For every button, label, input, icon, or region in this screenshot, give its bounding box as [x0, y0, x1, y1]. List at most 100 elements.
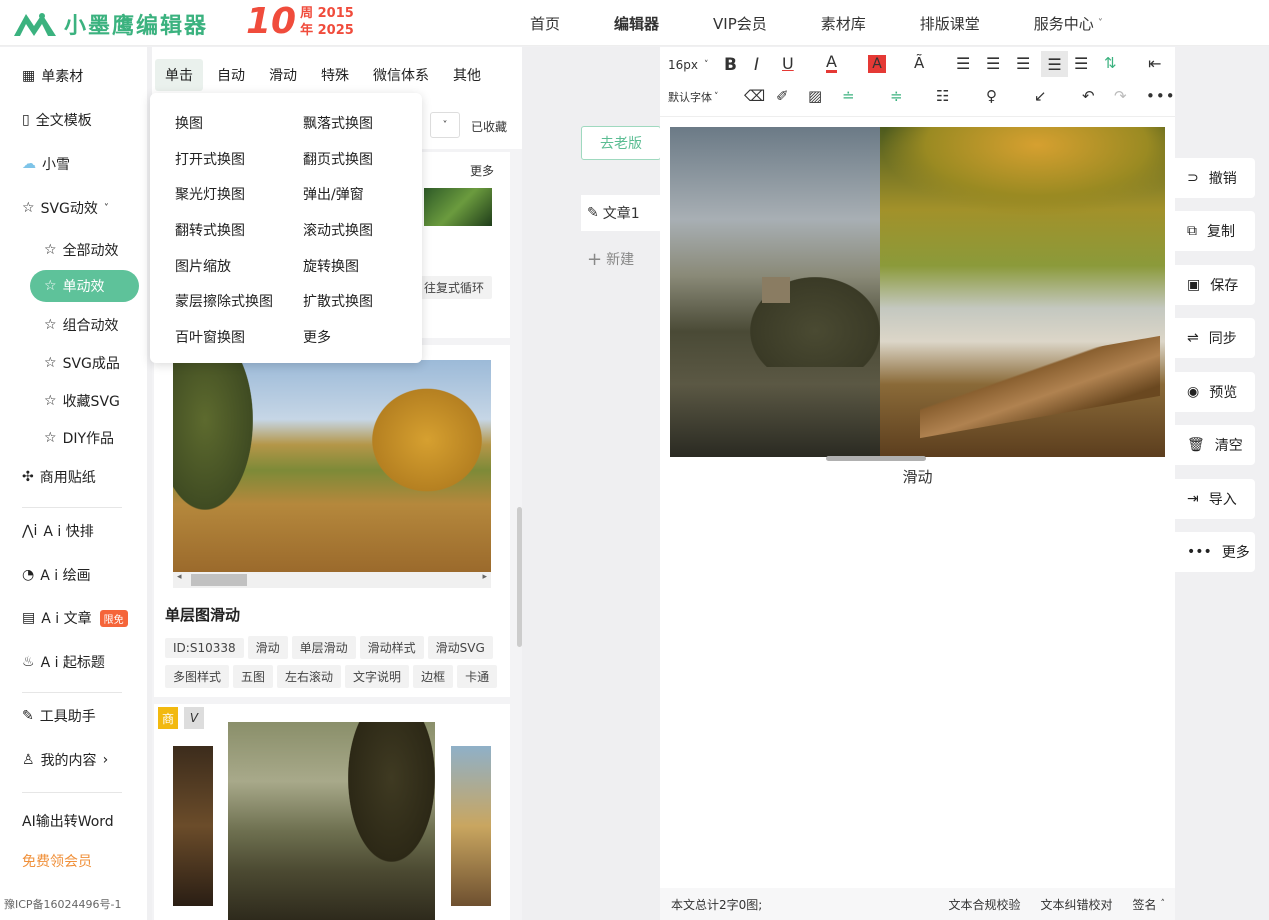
tab-other[interactable]: 其他: [443, 59, 491, 91]
menu-item-page-flip-swap[interactable]: 翻页式换图: [303, 149, 373, 169]
doc-tab-article1[interactable]: ✎ 文章1: [581, 195, 661, 231]
preview-button[interactable]: ◉ 预览: [1175, 372, 1255, 412]
tab-special[interactable]: 特殊: [311, 59, 359, 91]
font-color-icon[interactable]: A: [826, 54, 837, 73]
sidebar-item-all-effects[interactable]: ☆ 全部动效: [44, 240, 119, 260]
sidebar-item-diy[interactable]: ☆ DIY作品: [44, 428, 114, 448]
format-brush-icon[interactable]: ✐: [776, 87, 789, 105]
menu-item-more[interactable]: 更多: [303, 327, 331, 347]
image-icon[interactable]: ▨: [808, 87, 822, 105]
tag[interactable]: 边框: [413, 665, 454, 688]
align-left-icon[interactable]: ☰: [956, 54, 970, 73]
sidebar-item-saved-svg[interactable]: ☆ 收藏SVG: [44, 391, 120, 411]
sidebar-item-ai-draw[interactable]: ◔ A i 绘画: [22, 565, 91, 585]
signature-link[interactable]: 签名: [1132, 896, 1156, 913]
sidebar-item-stickers[interactable]: ✣ 商用贴纸: [22, 467, 96, 487]
chevron-up-icon[interactable]: ˄: [1161, 899, 1166, 909]
bold-icon[interactable]: B: [724, 55, 737, 75]
horizontal-scrollbar[interactable]: ◂ ▸: [173, 572, 491, 588]
align-justify-icon[interactable]: ☰: [1041, 51, 1068, 77]
menu-item-falling-swap[interactable]: 飘落式换图: [303, 113, 373, 133]
menu-item-rotate-swap[interactable]: 旋转换图: [303, 256, 359, 276]
menu-item-spotlight-swap[interactable]: 聚光灯换图: [175, 184, 245, 204]
font-family-select[interactable]: 默认字体 ˅: [668, 89, 719, 105]
menu-item-swap[interactable]: 换图: [175, 113, 203, 133]
font-size-select[interactable]: 16px ˅: [668, 58, 709, 72]
proofread-link[interactable]: 文本纠错校对: [1040, 896, 1112, 913]
import-button[interactable]: ⇥ 导入: [1175, 479, 1255, 519]
material-card-single-slide[interactable]: ◂ ▸ 单层图滑动 ID:S10338 滑动 单层滑动 滑动样式 滑动SVG 多图样式 五图…: [154, 345, 510, 697]
tag[interactable]: 单层滑动: [291, 636, 356, 659]
divider-icon[interactable]: ≐: [842, 87, 855, 105]
tag[interactable]: 滑动SVG: [427, 636, 493, 659]
indent-icon[interactable]: ☰: [1074, 54, 1088, 73]
menu-item-open-swap[interactable]: 打开式换图: [175, 149, 245, 169]
app-logo[interactable]: 小墨鹰编辑器: [12, 8, 208, 40]
undo-icon[interactable]: ↶: [1082, 87, 1095, 105]
sidebar-item-single-material[interactable]: ▦ 单素材: [22, 66, 83, 86]
menu-item-zoom[interactable]: 图片缩放: [175, 256, 231, 276]
tab-wechat[interactable]: 微信体系: [363, 59, 439, 91]
sidebar-item-svg-products[interactable]: ☆ SVG成品: [44, 353, 120, 373]
exit-icon[interactable]: ⇤: [1148, 54, 1161, 73]
nav-vip[interactable]: VIP会员: [713, 13, 767, 34]
lightbulb-icon[interactable]: ♀: [986, 87, 997, 105]
compliance-check-link[interactable]: 文本合规校验: [948, 896, 1020, 913]
arrow-icon[interactable]: ↙: [1034, 87, 1047, 105]
more-link[interactable]: 更多: [470, 162, 494, 179]
sidebar-item-ai-article[interactable]: ▤ A i 文章 限免: [22, 608, 128, 628]
line-height-icon[interactable]: ⇅: [1104, 54, 1117, 72]
menu-item-spread-swap[interactable]: 扩散式换图: [303, 291, 373, 311]
sidebar-item-combo-effects[interactable]: ☆ 组合动效: [44, 315, 119, 335]
tag[interactable]: 卡通: [457, 665, 498, 688]
sidebar-item-my-content[interactable]: ♙ 我的内容 ›: [22, 750, 108, 770]
sync-button[interactable]: ⇌ 同步: [1175, 318, 1255, 358]
sidebar-item-tools[interactable]: ✎ 工具助手: [22, 706, 96, 726]
old-version-button[interactable]: 去老版: [581, 126, 661, 160]
tag[interactable]: 文字说明: [345, 665, 410, 688]
tab-slide[interactable]: 滑动: [259, 59, 307, 91]
tag[interactable]: 左右滚动: [277, 665, 342, 688]
nav-editor[interactable]: 编辑器: [614, 13, 659, 34]
align-center-icon[interactable]: ☰: [986, 54, 1000, 73]
nav-home[interactable]: 首页: [530, 13, 560, 34]
tag[interactable]: 多图样式: [165, 665, 230, 688]
copy-button[interactable]: ⧉ 复制: [1175, 211, 1255, 251]
menu-item-blinds-swap[interactable]: 百叶窗换图: [175, 327, 245, 347]
tag[interactable]: 滑动样式: [359, 636, 424, 659]
paragraph-icon[interactable]: ☷: [936, 87, 949, 105]
sidebar-item-free-vip[interactable]: 免费领会员: [22, 851, 92, 871]
nav-course[interactable]: 排版课堂: [920, 13, 980, 34]
tag[interactable]: 往复式循环: [416, 276, 493, 299]
tab-auto[interactable]: 自动: [207, 59, 255, 91]
material-card[interactable]: 商 V: [154, 704, 510, 920]
slide-scrollbar[interactable]: [826, 456, 926, 461]
sidebar-item-single-effect[interactable]: ☆ 单动效: [30, 270, 139, 302]
menu-item-mask-erase-swap[interactable]: 蒙层擦除式换图: [175, 291, 273, 311]
tab-click[interactable]: 单击: [155, 59, 203, 91]
underline-icon[interactable]: U: [782, 54, 794, 73]
nav-materials[interactable]: 素材库: [821, 13, 866, 34]
sidebar-item-ai-title[interactable]: ♨ A i 起标题: [22, 652, 105, 672]
slide-caption[interactable]: 滑动: [660, 466, 1175, 487]
menu-item-flip-swap[interactable]: 翻转式换图: [175, 220, 245, 240]
tag[interactable]: ID:S10338: [165, 638, 244, 658]
chevron-down-icon[interactable]: ˅: [1098, 18, 1103, 29]
chevron-down-icon[interactable]: ˅: [430, 112, 460, 138]
align-right-icon[interactable]: ☰: [1016, 54, 1030, 73]
nav-service[interactable]: 服务中心: [1034, 13, 1094, 34]
more-button[interactable]: ••• 更多: [1175, 532, 1255, 572]
tag[interactable]: 五图: [233, 665, 274, 688]
tag[interactable]: 滑动: [247, 636, 288, 659]
collected-toggle[interactable]: 已收藏: [471, 118, 507, 135]
sidebar-item-xiaoxue[interactable]: ☁ 小雪: [22, 154, 70, 174]
redo-icon[interactable]: ↷: [1114, 87, 1127, 105]
menu-item-scroll-swap[interactable]: 滚动式换图: [303, 220, 373, 240]
sidebar-item-full-template[interactable]: ▯ 全文模板: [22, 110, 92, 130]
eraser-icon[interactable]: ⌫: [744, 87, 765, 105]
highlight-icon[interactable]: A: [868, 55, 886, 73]
undo-button[interactable]: ⊃ 撤销: [1175, 158, 1255, 198]
sidebar-item-ai-word[interactable]: AI输出转Word: [22, 811, 114, 831]
clear-format-icon[interactable]: Ã: [914, 54, 924, 72]
more-icon[interactable]: •••: [1146, 87, 1176, 105]
